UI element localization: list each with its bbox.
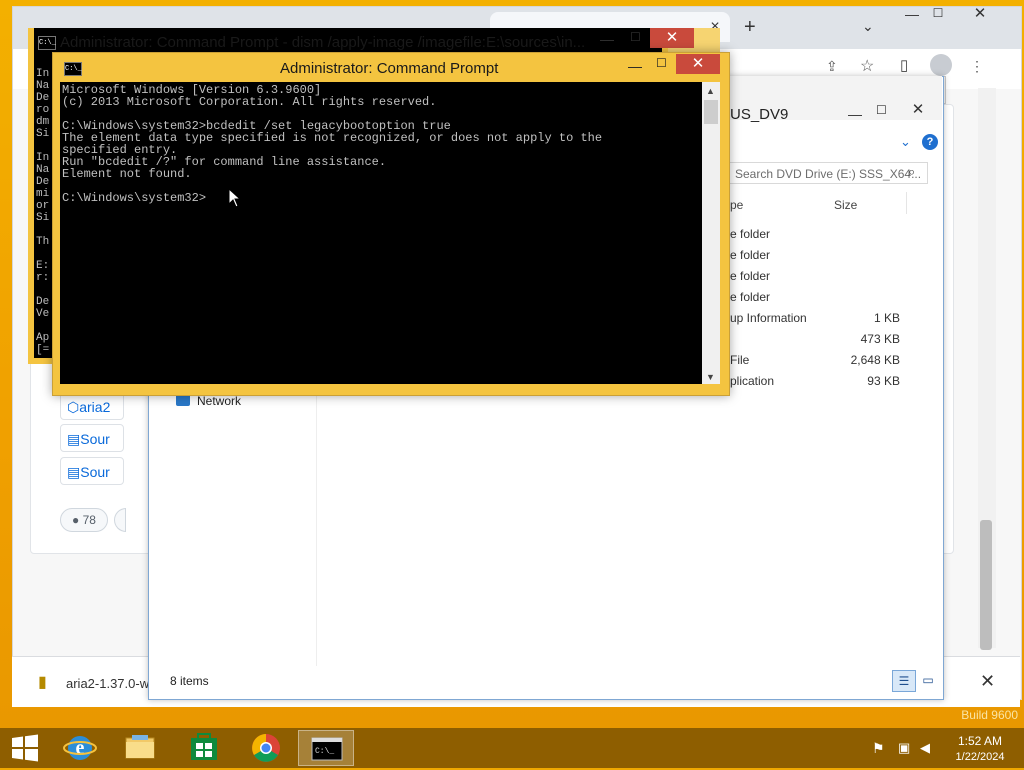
new-tab-button[interactable]: + [744,16,756,39]
explorer-minimize-button[interactable]: — [848,106,862,122]
bookmark-star-icon[interactable]: ☆ [860,56,874,76]
cmd-dism-maximize-button[interactable]: ☐ [630,30,641,44]
cmd-window-title: Administrator: Command Prompt [280,60,499,77]
asset-link-source-tar[interactable]: ▤Sour [60,457,124,485]
cmd-console-output[interactable]: Microsoft Windows [Version 6.3.9600] (c)… [62,84,698,382]
internet-explorer-icon: e [63,736,97,760]
help-icon[interactable]: ? [922,134,938,150]
tab-search-dropdown-icon[interactable]: ⌄ [862,18,874,35]
side-panel-icon[interactable]: ▯ [900,56,908,74]
share-icon[interactable]: ⇪ [826,58,838,75]
explorer-status-item-count: 8 items [170,674,209,688]
cmd-minimize-button[interactable]: — [628,58,642,74]
cmd-dism-close-button[interactable]: ✕ [650,28,694,48]
chrome-menu-icon[interactable]: ⋮ [970,58,984,75]
file-row-type[interactable]: e folder [730,227,770,241]
taskbar-internet-explorer-button[interactable]: e [52,730,108,766]
file-row-type[interactable]: File [730,353,749,367]
zip-file-icon: ▮ [38,674,47,691]
zip-icon: ▤ [67,431,81,447]
cmd-dism-title: Administrator: Command Prompt - dism /ap… [60,34,586,51]
asset-link-source-zip[interactable]: ▤Sour [60,424,124,452]
folder-icon [125,735,155,759]
svg-text:e: e [76,737,85,759]
scroll-up-arrow-icon[interactable]: ▲ [706,86,715,96]
file-row-type[interactable]: e folder [730,290,770,304]
cmd-scrollbar[interactable] [702,82,720,384]
file-row-type[interactable]: plication [730,374,774,388]
chrome-maximize-button[interactable]: ☐ [926,6,950,26]
start-button-windows-icon[interactable] [8,732,42,764]
clock-date[interactable]: 1/22/2024 [944,751,1016,763]
package-icon: ⬡ [67,399,80,415]
column-separator [906,192,907,214]
file-row-size[interactable]: 2,648 KB [830,353,900,367]
file-row-size[interactable]: 473 KB [830,332,900,346]
column-header-size[interactable]: Size [834,198,857,212]
column-header-type[interactable]: pe [730,198,743,212]
explorer-close-button[interactable]: ✕ [896,100,940,120]
chrome-icon [252,734,280,762]
taskbar-chrome-button[interactable] [238,730,294,766]
chrome-minimize-button[interactable]: — [900,6,924,26]
windows-build-watermark: Build 9600 [961,708,1018,722]
search-icon[interactable]: ⌕ [908,164,915,180]
cmd-maximize-button[interactable]: ☐ [656,56,667,70]
cmd-icon: C:\_ [38,36,56,50]
taskbar-command-prompt-button[interactable]: C:\_ [298,730,354,766]
nav-item-network[interactable]: Network [197,394,241,408]
cmd-dism-minimize-button[interactable]: — [600,31,614,47]
scroll-down-arrow-icon[interactable]: ▼ [706,372,715,382]
ribbon-expand-chevron-icon[interactable]: ⌄ [900,134,911,150]
zip-icon: ▤ [67,464,81,480]
chrome-close-button[interactable]: ✕ [958,4,1002,28]
explorer-window-title: US_DV9 [730,106,789,123]
file-row-size[interactable]: 1 KB [830,311,900,325]
explorer-search-input[interactable]: Search DVD Drive (E:) SSS_X64... [728,162,928,184]
action-center-flag-icon[interactable]: ⚑ [872,740,885,757]
file-row-type[interactable]: e folder [730,269,770,283]
profile-avatar-icon[interactable] [930,54,952,76]
explorer-maximize-button[interactable]: ☐ [876,103,887,117]
network-status-icon[interactable]: ▣ [898,740,910,756]
clock-time[interactable]: 1:52 AM [944,734,1016,748]
command-prompt-icon: C:\_ [311,737,343,761]
large-icons-view-icon[interactable]: ▭ [918,670,938,690]
cmd-icon: C:\_ [64,62,82,76]
details-view-icon[interactable]: ☰ [892,670,916,692]
mouse-cursor-icon [228,188,242,208]
file-row-type[interactable]: up Information [730,311,807,325]
reaction-badge[interactable]: ● 78 [60,508,108,532]
svg-text:C:\_: C:\_ [315,747,334,756]
taskbar-store-button[interactable] [176,730,232,766]
cmd-scrollbar-thumb[interactable] [704,100,718,124]
chrome-scrollbar-thumb[interactable] [980,520,992,650]
download-bar-close-button[interactable]: ✕ [980,671,995,692]
download-file-name[interactable]: aria2-1.37.0-w [66,676,156,691]
asset-link-aria2[interactable]: ⬡aria2 [60,392,124,420]
taskbar-file-explorer-button[interactable] [112,730,168,766]
cmd-close-button[interactable]: ✕ [676,54,720,74]
volume-muted-icon[interactable]: ◀ [920,740,930,756]
file-row-size[interactable]: 93 KB [830,374,900,388]
file-row-type[interactable]: e folder [730,248,770,262]
store-icon [191,733,217,760]
